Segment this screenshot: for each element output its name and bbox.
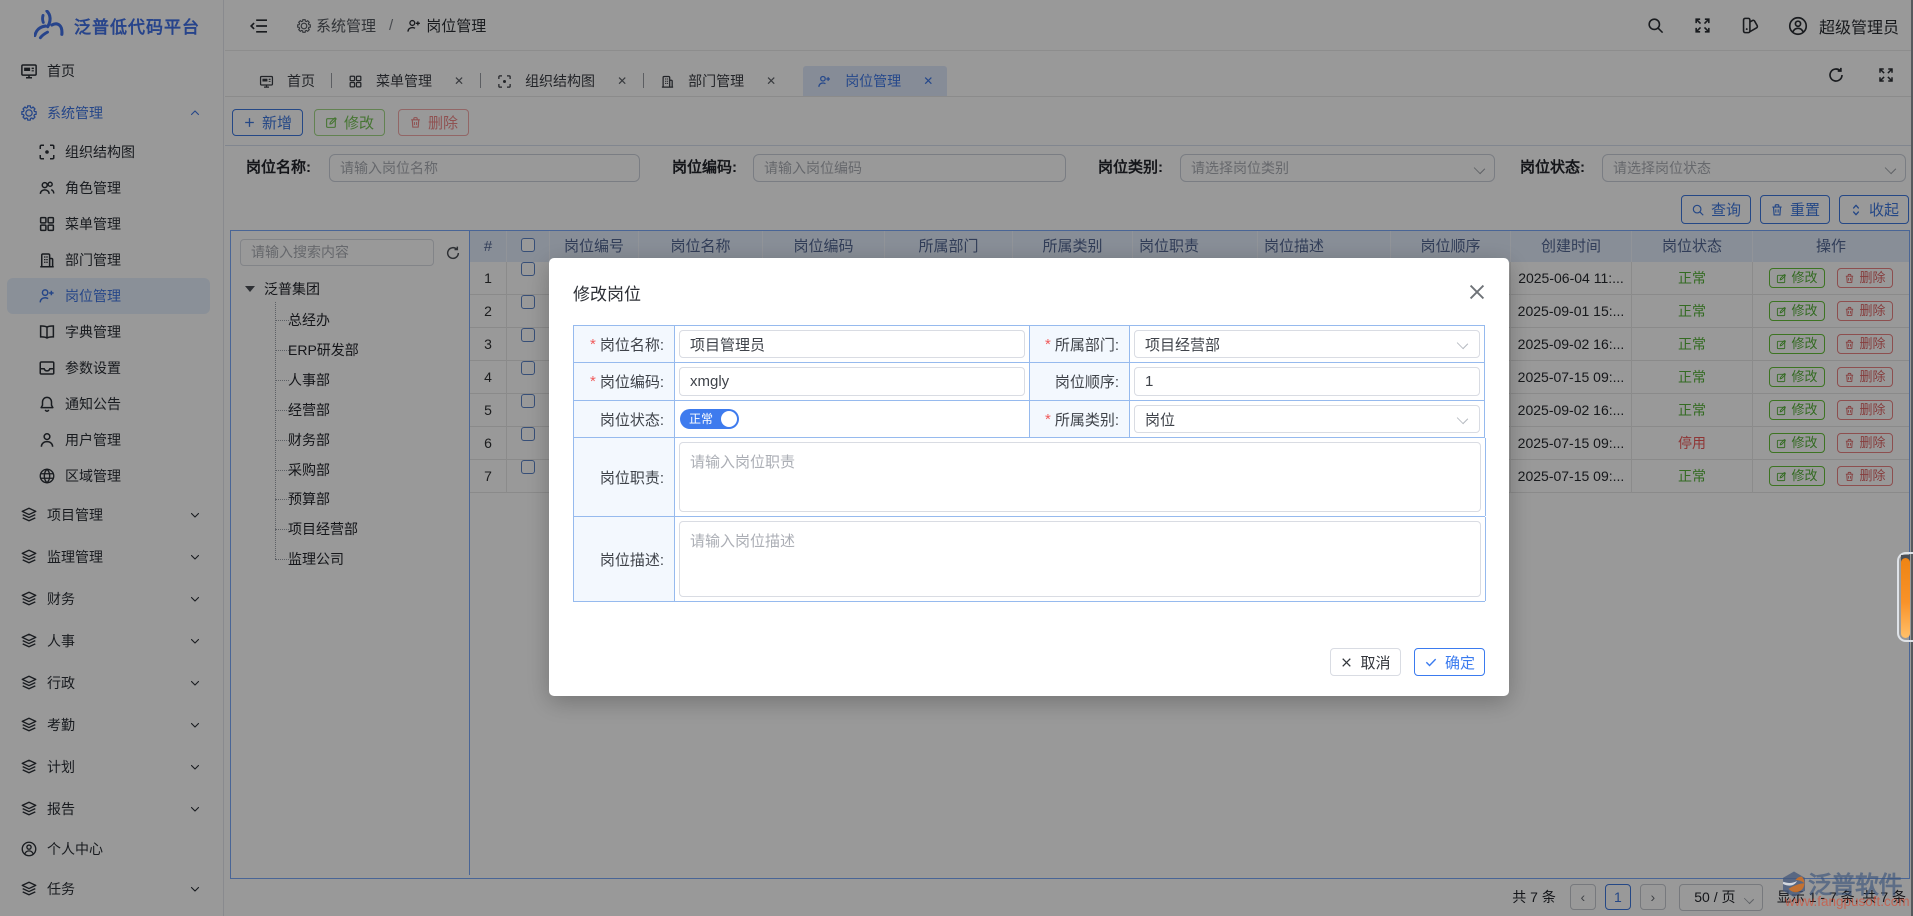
svg-text:泛普软件: 泛普软件 xyxy=(1808,871,1902,899)
